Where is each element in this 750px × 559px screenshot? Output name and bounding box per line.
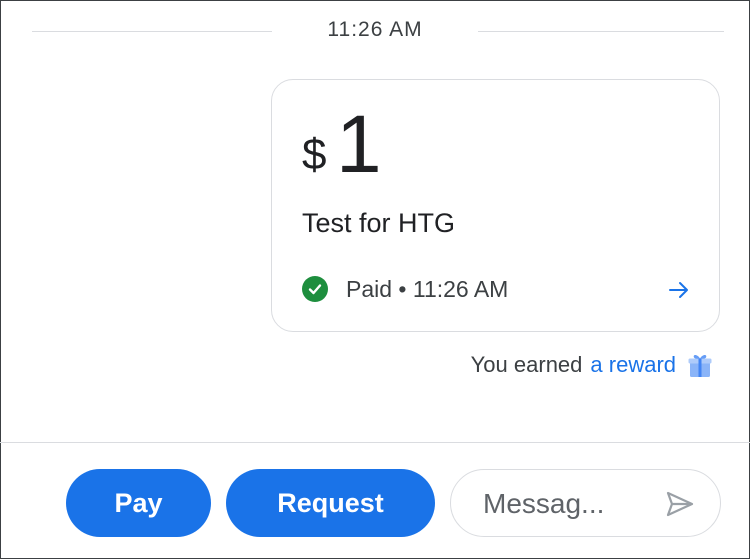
pay-button[interactable]: Pay bbox=[66, 469, 211, 537]
payment-note: Test for HTG bbox=[302, 208, 456, 238]
message-input[interactable] bbox=[481, 484, 655, 524]
reward-line: You earned a reward bbox=[471, 350, 714, 380]
currency-symbol: $ bbox=[302, 130, 327, 179]
timestamp-divider: 11:26 AM bbox=[0, 18, 750, 46]
payment-status: Paid • 11:26 AM bbox=[302, 274, 508, 304]
status-text: Paid • 11:26 AM bbox=[346, 275, 509, 302]
gift-icon bbox=[688, 355, 712, 377]
request-button[interactable]: Request bbox=[226, 469, 435, 537]
check-circle-icon bbox=[302, 276, 328, 302]
arrow-right-icon bbox=[669, 282, 688, 298]
message-box bbox=[450, 469, 721, 537]
divider-line-right bbox=[478, 31, 724, 32]
reward-link[interactable]: a reward bbox=[590, 352, 676, 378]
timestamp: 11:26 AM bbox=[327, 18, 423, 41]
payment-card[interactable]: $ 1 Test for HTG Paid • 11:26 AM bbox=[271, 79, 720, 332]
view-details-button[interactable] bbox=[665, 276, 693, 304]
amount-value: 1 bbox=[336, 99, 382, 190]
divider-line-left bbox=[32, 31, 272, 32]
bottom-divider bbox=[0, 442, 750, 443]
send-icon[interactable] bbox=[664, 488, 696, 520]
reward-text: You earned bbox=[470, 352, 583, 377]
